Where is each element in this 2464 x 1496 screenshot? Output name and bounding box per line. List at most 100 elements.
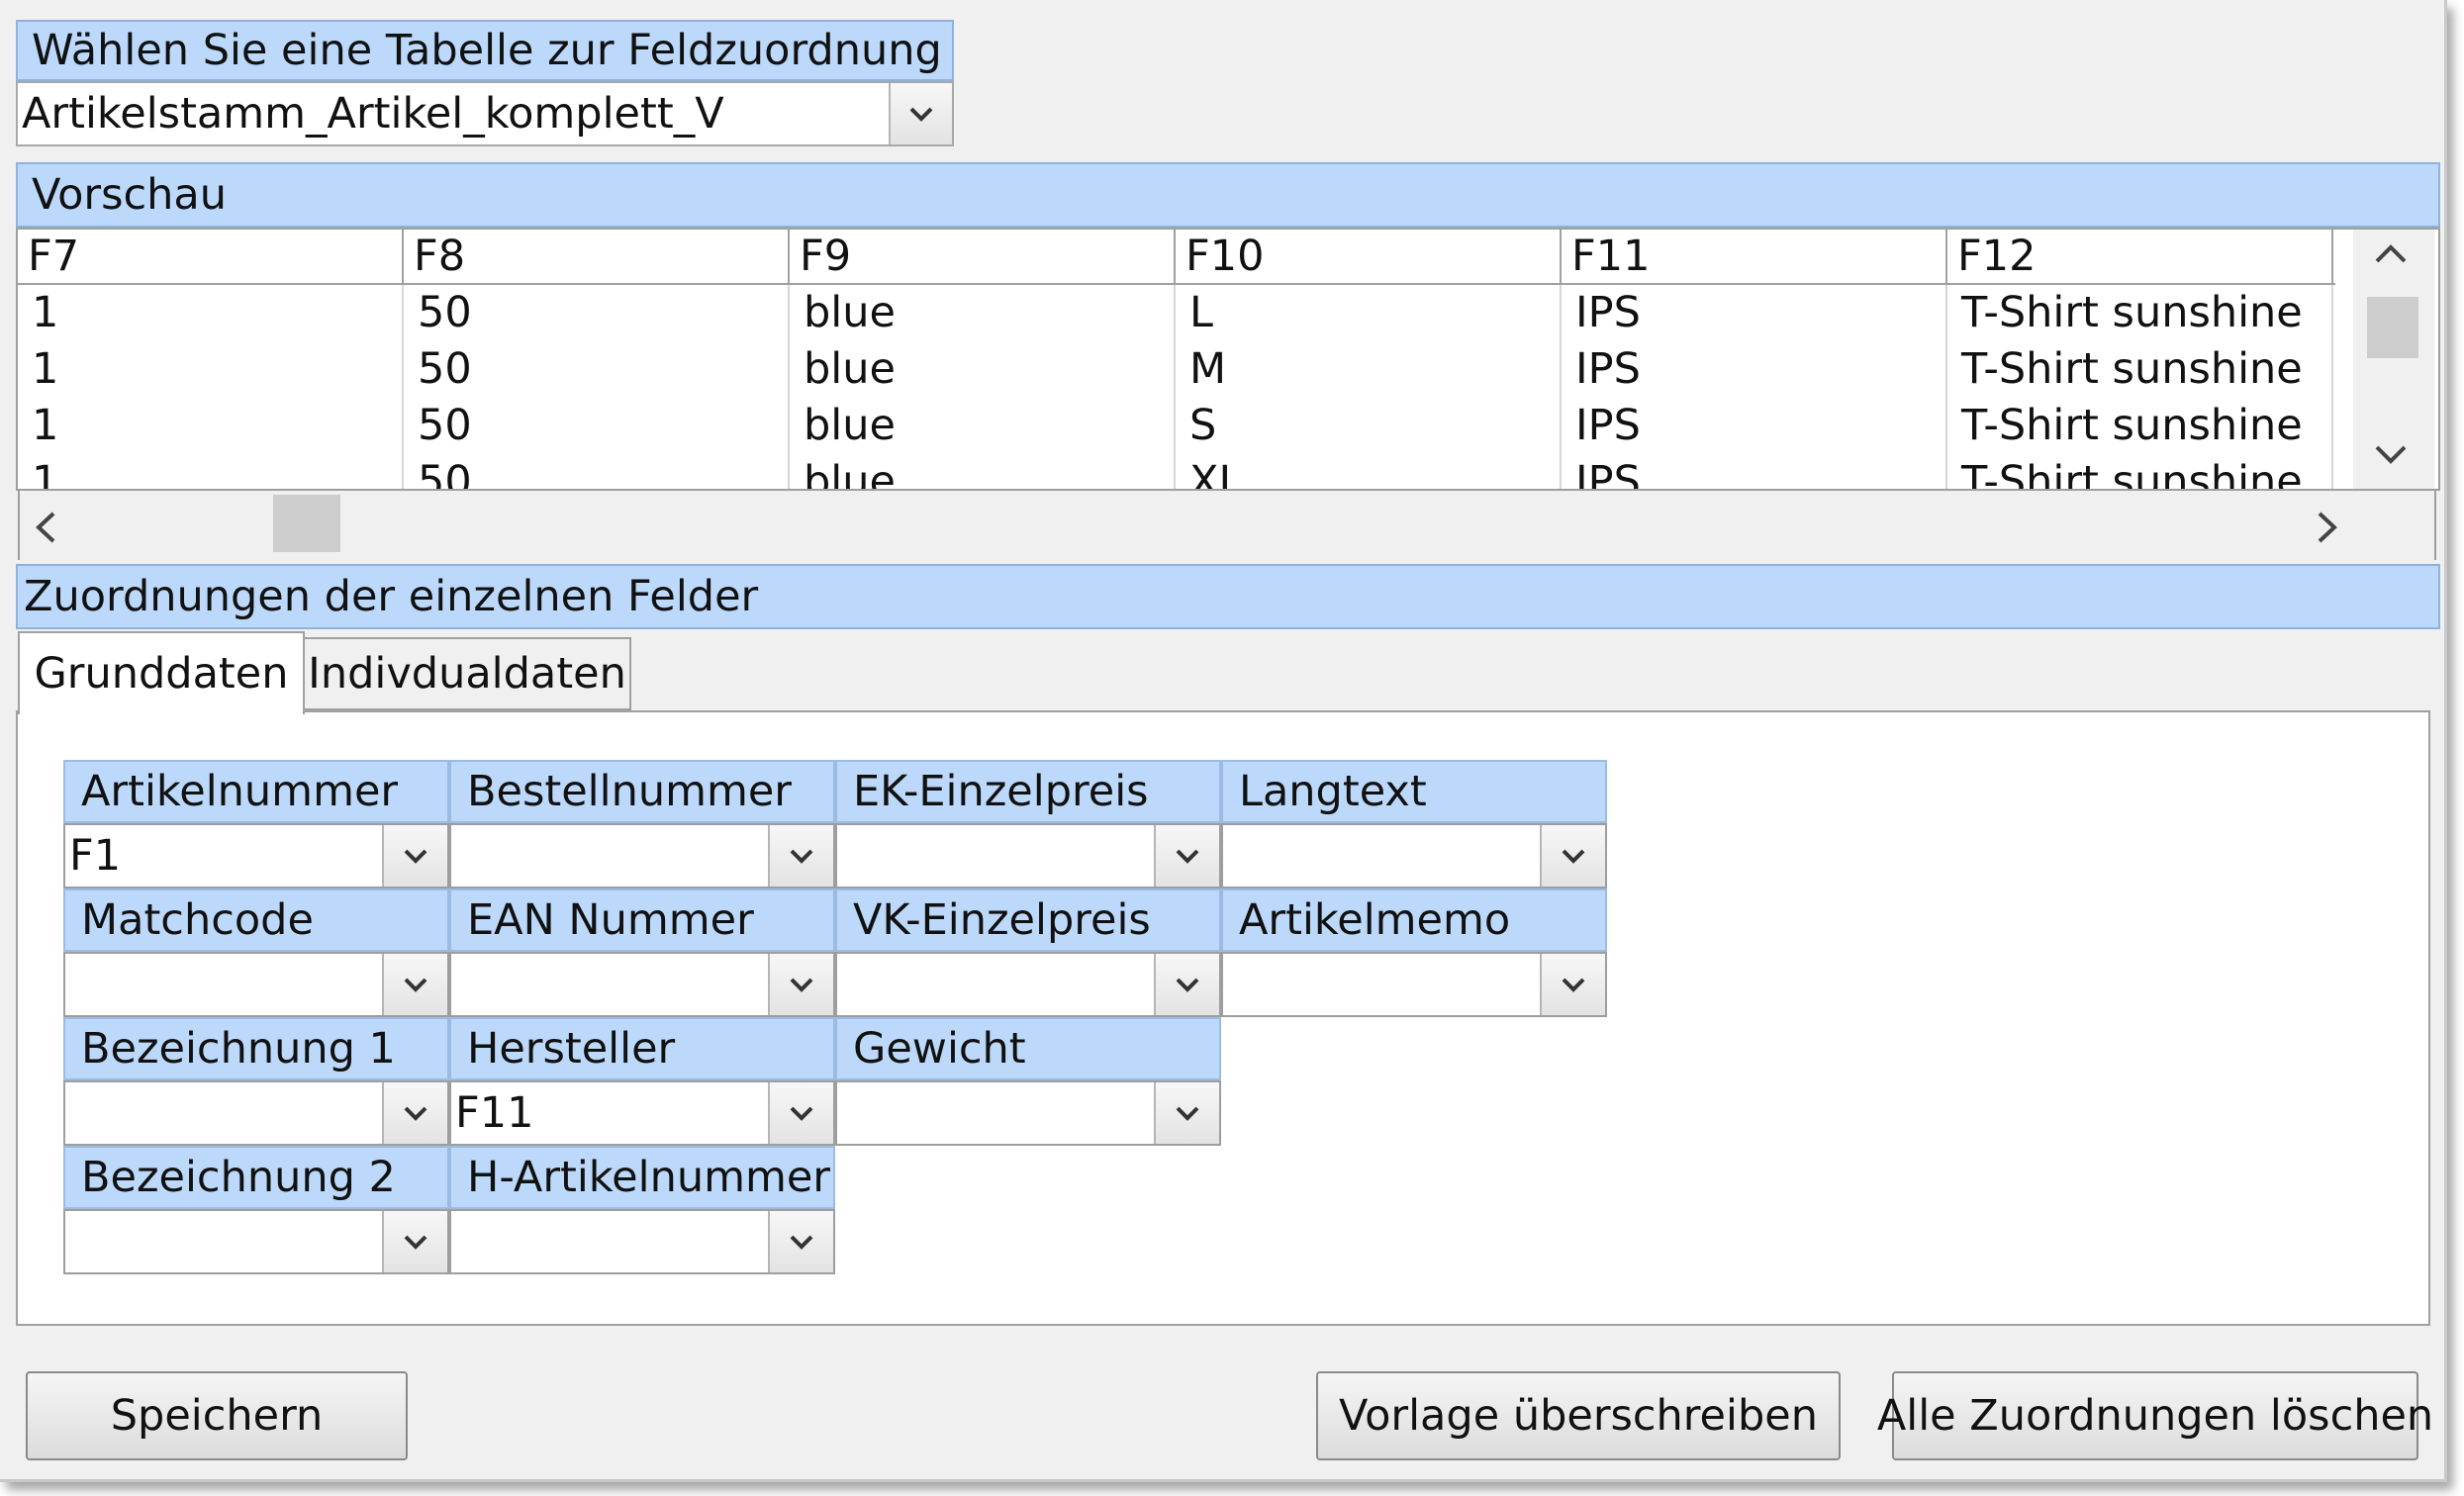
field-mapping-dropdown[interactable] <box>63 1209 449 1274</box>
preview-cell: IPS <box>1575 344 1641 394</box>
clear-all-mappings-button[interactable]: Alle Zuordnungen löschen <box>1877 1371 2433 1460</box>
tab-indivdualdaten-label: Indivdualdaten <box>308 649 626 699</box>
clear-all-mappings-button-label: Alle Zuordnungen löschen <box>1876 1391 2434 1441</box>
field-label-text: Bestellnummer <box>467 766 792 816</box>
preview-grid-viewport: F7F8F9F10F11F12F 1 50 blue L IPS T-Shirt suns… <box>18 230 2335 491</box>
chevron-down-icon[interactable] <box>768 1082 833 1144</box>
field-label-text: Matchcode <box>81 894 314 945</box>
preview-cell: blue <box>804 457 896 491</box>
chevron-down-icon[interactable] <box>1154 825 1219 887</box>
chevron-down-icon[interactable] <box>382 1082 447 1144</box>
field-label-text: VK-Einzelpreis <box>853 894 1151 945</box>
chevron-down-icon[interactable] <box>768 1211 833 1272</box>
chevron-down-icon[interactable] <box>1540 825 1605 887</box>
horizontal-scrollbar[interactable] <box>18 491 2436 560</box>
preview-column-header[interactable]: F8 <box>404 230 790 285</box>
field-label-text: Gewicht <box>853 1023 1026 1074</box>
preview-cell: 50 <box>418 344 472 394</box>
table-select-value: Artikelstamm_Artikel_komplett_V <box>22 89 724 139</box>
chevron-down-icon[interactable] <box>382 825 447 887</box>
scroll-right-icon[interactable] <box>2316 511 2339 548</box>
preview-cell: 1 <box>32 457 59 491</box>
chevron-down-icon[interactable] <box>1154 1082 1219 1144</box>
field-label-text: Hersteller <box>467 1023 676 1074</box>
scroll-down-icon[interactable] <box>2373 443 2409 469</box>
preview-column-header[interactable]: F12 <box>1947 230 2333 285</box>
field-mapping-value: F11 <box>455 1088 534 1138</box>
field-label-text: Artikelnummer <box>81 766 399 816</box>
preview-column-header[interactable]: F9 <box>790 230 1176 285</box>
preview-cell: IPS <box>1575 401 1641 450</box>
chevron-down-icon[interactable] <box>382 954 447 1015</box>
table-select-label-text: Wählen Sie eine Tabelle zur Feldzuordnun… <box>32 25 954 75</box>
field-label-text: EAN Nummer <box>467 894 754 945</box>
field-mapping-dropdown[interactable] <box>449 823 835 888</box>
preview-title: Vorschau <box>32 169 227 220</box>
mapping-header: Zuordnungen der einzelnen Felder <box>16 564 2440 629</box>
preview-cell: blue <box>804 344 896 394</box>
preview-cell: T-Shirt sunshine <box>1961 344 2303 394</box>
field-mapping-dropdown[interactable] <box>449 1209 835 1274</box>
preview-cell: M <box>1189 344 1227 394</box>
scroll-left-icon[interactable] <box>34 511 57 548</box>
preview-column-header[interactable]: F7 <box>18 230 404 285</box>
vertical-scroll-thumb[interactable] <box>2367 297 2418 358</box>
chevron-down-icon[interactable] <box>768 954 833 1015</box>
preview-cell: h <box>2333 398 2335 453</box>
preview-cell: 50 <box>418 457 472 491</box>
field-mapping-dropdown[interactable]: F11 <box>449 1080 835 1146</box>
field-label: Bezeichnung 1 <box>63 1017 449 1080</box>
field-label: EAN Nummer <box>449 888 835 952</box>
field-mapping-value: F1 <box>69 831 122 881</box>
chevron-down-icon[interactable] <box>768 825 833 887</box>
preview-cell: 1 <box>32 401 59 450</box>
field-label-text: H-Artikelnummer <box>467 1152 830 1202</box>
preview-column-header[interactable]: F11 <box>1562 230 1947 285</box>
preview-cell: h <box>2333 285 2335 340</box>
preview-cell: h <box>2333 454 2335 489</box>
tab-indivdualdaten[interactable]: Indivdualdaten <box>305 637 631 710</box>
preview-cell: IPS <box>1575 457 1641 491</box>
chevron-down-icon[interactable] <box>889 83 952 144</box>
field-label: Bestellnummer <box>449 760 835 823</box>
table-select-dropdown[interactable]: Artikelstamm_Artikel_komplett_V <box>16 81 954 146</box>
preview-cell: T-Shirt sunshine <box>1961 457 2303 491</box>
field-mapping-dropdown[interactable] <box>835 823 1221 888</box>
horizontal-scroll-thumb[interactable] <box>273 495 340 552</box>
table-select-label: Wählen Sie eine Tabelle zur Feldzuordnun… <box>16 20 954 81</box>
save-button[interactable]: Speichern <box>26 1371 408 1460</box>
field-label: H-Artikelnummer <box>449 1146 835 1209</box>
field-label: VK-Einzelpreis <box>835 888 1221 952</box>
field-mapping-dropdown[interactable] <box>1221 952 1607 1017</box>
field-mapping-dropdown[interactable] <box>1221 823 1607 888</box>
field-mapping-dropdown[interactable] <box>835 952 1221 1017</box>
chevron-down-icon[interactable] <box>382 1211 447 1272</box>
preview-cell: XL <box>1189 457 1243 491</box>
field-label: Gewicht <box>835 1017 1221 1080</box>
field-label: Matchcode <box>63 888 449 952</box>
field-label-text: Bezeichnung 2 <box>81 1152 396 1202</box>
scroll-up-icon[interactable] <box>2373 243 2409 269</box>
field-mapping-dropdown[interactable] <box>835 1080 1221 1146</box>
preview-cell: h <box>2333 341 2335 397</box>
preview-cell: T-Shirt sunshine <box>1961 288 2303 337</box>
preview-cell: L <box>1189 288 1213 337</box>
field-mapping-dropdown[interactable]: F1 <box>63 823 449 888</box>
field-mapping-dropdown[interactable] <box>63 952 449 1017</box>
chevron-down-icon[interactable] <box>1154 954 1219 1015</box>
field-label-text: Artikelmemo <box>1239 894 1511 945</box>
field-mapping-dropdown[interactable] <box>449 952 835 1017</box>
preview-column-header[interactable]: F <box>2333 230 2335 285</box>
preview-grid[interactable]: F7F8F9F10F11F12F 1 50 blue L IPS T-Shirt suns… <box>16 228 2440 491</box>
field-label: Artikelnummer <box>63 760 449 823</box>
field-mapping-dropdown[interactable] <box>63 1080 449 1146</box>
chevron-down-icon[interactable] <box>1540 954 1605 1015</box>
preview-cell: 50 <box>418 288 472 337</box>
field-label-text: Langtext <box>1239 766 1427 816</box>
tab-grunddaten-label: Grunddaten <box>34 649 289 699</box>
vertical-scrollbar[interactable] <box>2353 230 2434 489</box>
field-mapping-window: Wählen Sie eine Tabelle zur Feldzuordnun… <box>0 0 2447 1482</box>
tab-grunddaten[interactable]: Grunddaten <box>18 631 305 714</box>
overwrite-template-button[interactable]: Vorlage überschreiben <box>1316 1371 1841 1460</box>
preview-column-header[interactable]: F10 <box>1176 230 1562 285</box>
